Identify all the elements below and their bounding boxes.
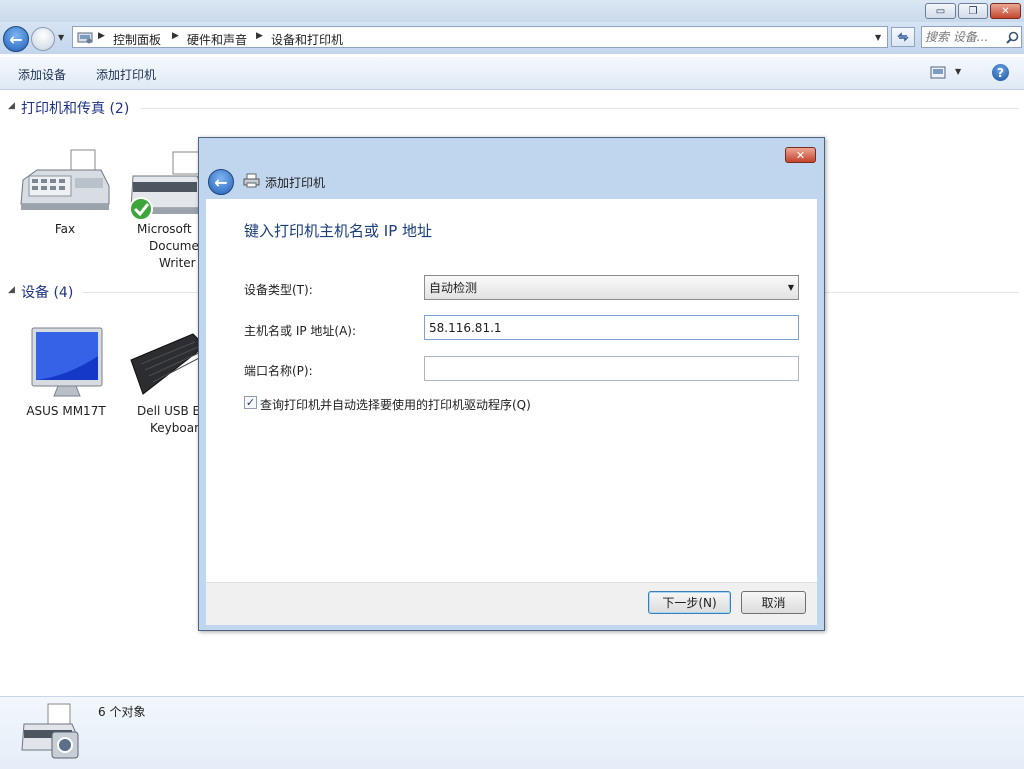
dialog-content xyxy=(206,199,817,582)
device-dell-keyboard[interactable]: Dell USB E Keyboar xyxy=(127,330,207,440)
monitor-icon xyxy=(31,327,103,397)
dialog-title: 添加打印机 xyxy=(265,176,326,190)
recent-pages-dropdown-icon[interactable]: ▼ xyxy=(58,33,64,42)
control-panel-icon xyxy=(77,32,93,44)
help-icon[interactable]: ? xyxy=(992,64,1009,81)
add-printer-button[interactable]: 添加打印机 xyxy=(96,66,156,83)
collapse-group-icon[interactable]: ◢ xyxy=(8,101,15,111)
device-asus-monitor[interactable]: ASUS MM17T xyxy=(18,326,114,426)
printer-small-icon xyxy=(243,173,260,188)
collapse-group-icon[interactable]: ◢ xyxy=(8,285,15,295)
back-button[interactable]: ← xyxy=(3,26,29,52)
device-type-value: 自动检测 xyxy=(429,281,478,295)
cancel-button[interactable]: 取消 xyxy=(741,591,806,614)
details-pane xyxy=(0,696,1024,769)
refresh-button[interactable] xyxy=(891,27,915,47)
device-fax[interactable]: Fax xyxy=(17,146,113,256)
add-device-button[interactable]: 添加设备 xyxy=(18,66,66,83)
device-type-label: 设备类型(T): xyxy=(244,283,313,297)
maximize-button[interactable]: ❐ xyxy=(958,3,988,19)
view-options-dropdown-icon[interactable]: ▼ xyxy=(955,67,961,76)
breadcrumb-separator-icon[interactable]: ▶ xyxy=(98,31,105,41)
device-type-select[interactable]: 自动检测 ▼ xyxy=(424,275,799,300)
breadcrumb-separator-icon[interactable]: ▶ xyxy=(256,31,263,41)
close-button[interactable]: ✕ xyxy=(990,3,1021,19)
address-history-dropdown-icon[interactable]: ▼ xyxy=(875,33,881,42)
breadcrumb-separator-icon[interactable]: ▶ xyxy=(172,31,179,41)
fax-icon xyxy=(20,149,110,210)
port-name-label: 端口名称(P): xyxy=(244,364,313,378)
hostname-label: 主机名或 IP 地址(A): xyxy=(244,324,357,338)
search-box[interactable] xyxy=(921,26,1022,48)
dialog-close-button[interactable]: ✕ xyxy=(785,147,816,163)
back-arrow-icon: ← xyxy=(9,29,23,49)
group-header-printers[interactable]: 打印机和传真 (2) xyxy=(21,98,129,118)
dialog-heading: 键入打印机主机名或 IP 地址 xyxy=(244,222,433,240)
dropdown-arrow-icon: ▼ xyxy=(787,283,794,292)
next-button[interactable]: 下一步(N) xyxy=(648,591,731,614)
keyboard-icon xyxy=(130,333,206,395)
dialog-back-button[interactable]: ← xyxy=(208,169,234,195)
forward-button[interactable] xyxy=(31,27,55,51)
search-input[interactable] xyxy=(925,29,1003,45)
printer-icon xyxy=(129,151,206,221)
search-icon[interactable] xyxy=(1006,31,1019,44)
window-titlebar xyxy=(0,0,1024,22)
address-bar[interactable]: ▶ 控制面板 ▶ 硬件和声音 ▶ 设备和打印机 ▼ xyxy=(72,26,888,48)
device-xps-writer[interactable]: Microsoft Docume Writer xyxy=(127,146,207,274)
breadcrumb-control-panel[interactable]: 控制面板 xyxy=(113,31,161,48)
query-driver-checkbox[interactable]: ✓ xyxy=(244,396,257,409)
change-view-icon[interactable] xyxy=(930,66,946,79)
minimize-button[interactable]: ▭ xyxy=(925,3,956,19)
breadcrumb-hardware-sound[interactable]: 硬件和声音 xyxy=(187,31,247,48)
breadcrumb-devices-printers[interactable]: 设备和打印机 xyxy=(271,31,343,48)
object-count: 6 个对象 xyxy=(98,705,146,719)
device-label: Fax xyxy=(54,222,76,236)
query-driver-label[interactable]: 查询打印机并自动选择要使用的打印机驱动程序(Q) xyxy=(260,396,531,413)
back-arrow-icon: ← xyxy=(214,172,228,192)
group-header-devices[interactable]: 设备 (4) xyxy=(21,282,73,302)
port-name-input[interactable] xyxy=(424,356,799,381)
group-divider xyxy=(140,108,1018,109)
devices-printers-icon xyxy=(21,703,79,759)
device-label: ASUS MM17T xyxy=(26,404,106,418)
refresh-icon xyxy=(897,32,909,42)
hostname-input[interactable] xyxy=(424,315,799,340)
